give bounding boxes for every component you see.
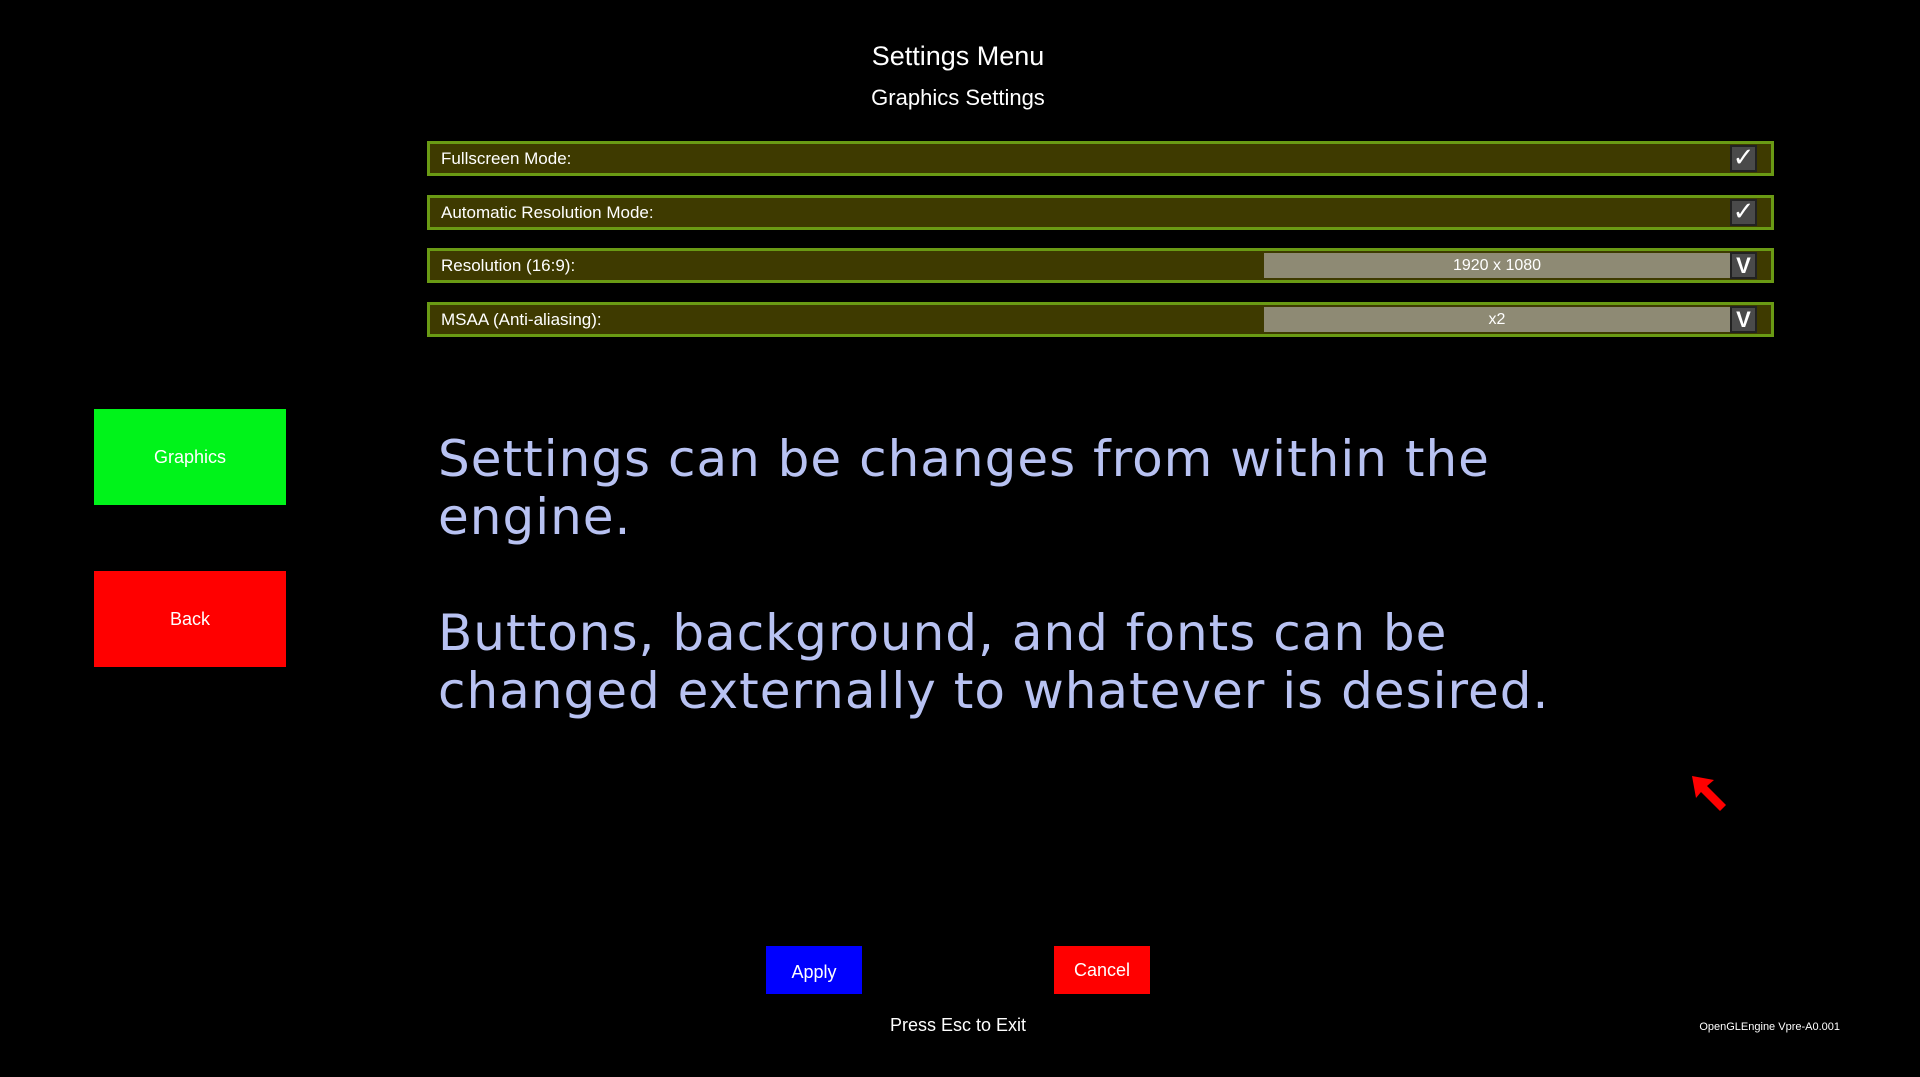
auto-resolution-checkbox[interactable]: ✓ <box>1730 199 1757 226</box>
resolution-dropdown-toggle[interactable]: V <box>1730 252 1757 279</box>
mouse-cursor-icon <box>1692 776 1726 811</box>
chevron-down-icon: V <box>1736 253 1751 278</box>
info-paragraph: Settings can be changes from within the … <box>438 430 1490 546</box>
section-subtitle: Graphics Settings <box>871 85 1045 110</box>
setting-label: Resolution (16:9): <box>441 256 576 275</box>
setting-label: Automatic Resolution Mode: <box>441 203 654 222</box>
info-text: Settings can be changes from within the … <box>438 430 1598 778</box>
chevron-down-icon: V <box>1736 307 1751 332</box>
version-label: OpenGLEngine Vpre-A0.001 <box>1699 1021 1840 1033</box>
resolution-dropdown[interactable]: 1920 x 1080 <box>1264 253 1730 278</box>
checkmark-icon: ✓ <box>1732 143 1755 173</box>
back-button[interactable]: Back <box>94 571 286 667</box>
cancel-button[interactable]: Cancel <box>1054 946 1150 994</box>
setting-label: Fullscreen Mode: <box>441 149 572 168</box>
setting-row-resolution: Resolution (16:9): 1920 x 1080 V <box>427 248 1774 283</box>
fullscreen-checkbox[interactable]: ✓ <box>1730 145 1757 172</box>
checkmark-icon: ✓ <box>1732 197 1755 227</box>
settings-screen: Settings Menu Graphics Settings Fullscre… <box>0 0 1920 1077</box>
msaa-value: x2 <box>1488 311 1506 328</box>
apply-button[interactable]: Apply <box>766 946 862 994</box>
msaa-dropdown-toggle[interactable]: V <box>1730 306 1757 333</box>
setting-row-fullscreen: Fullscreen Mode: ✓ <box>427 141 1774 176</box>
resolution-value: 1920 x 1080 <box>1452 257 1542 274</box>
info-paragraph: Buttons, background, and fonts can be ch… <box>438 604 1550 720</box>
exit-hint: Press Esc to Exit <box>889 1015 1027 1035</box>
setting-row-msaa: MSAA (Anti-aliasing): x2 V <box>427 302 1774 337</box>
graphics-button[interactable]: Graphics <box>94 409 286 505</box>
page-title: Settings Menu <box>871 41 1045 71</box>
msaa-dropdown[interactable]: x2 <box>1264 307 1730 332</box>
setting-label: MSAA (Anti-aliasing): <box>441 310 602 329</box>
setting-row-auto-resolution: Automatic Resolution Mode: ✓ <box>427 195 1774 230</box>
